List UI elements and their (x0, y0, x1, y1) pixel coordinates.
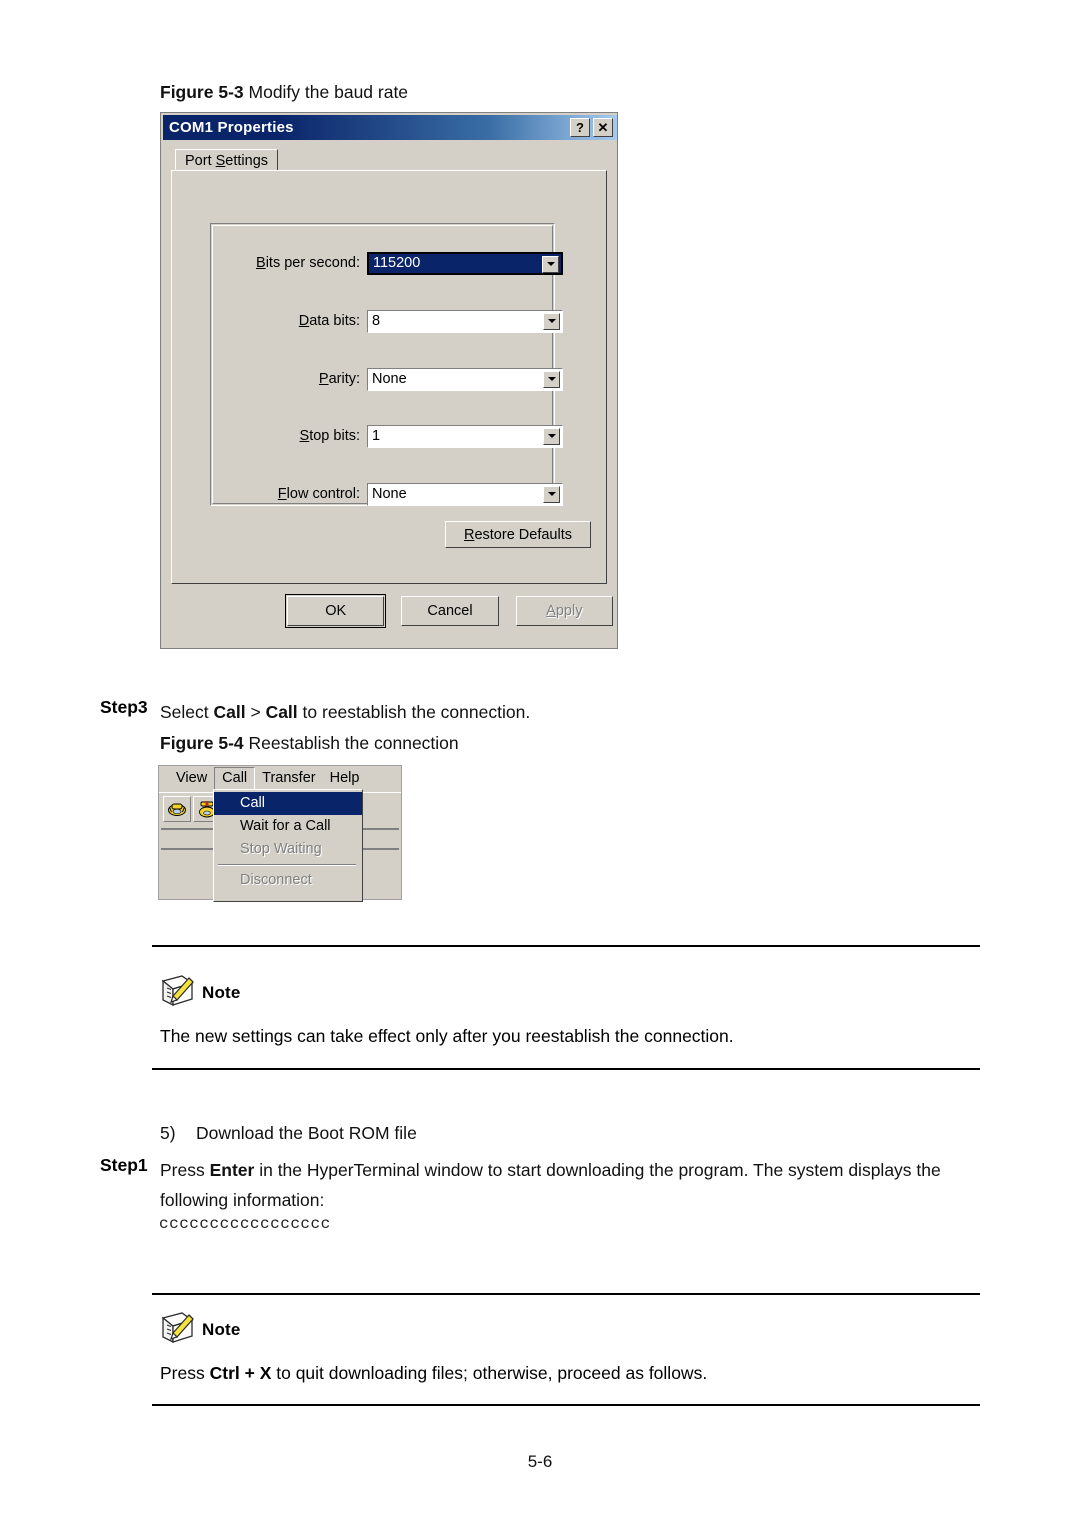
call-icon[interactable] (163, 795, 191, 822)
field-row-bits-per-second: Bits per second: 115200 (220, 251, 563, 275)
tab-label-after: ettings (225, 153, 269, 169)
note-2-header: Note (160, 1305, 980, 1343)
combo-value-stop-bits: 1 (372, 428, 381, 444)
chevron-down-icon[interactable] (543, 370, 560, 388)
note-pencil-icon (160, 1309, 196, 1343)
chevron-down-icon[interactable] (543, 427, 560, 445)
field-row-stop-bits: Stop bits: 1 (220, 424, 563, 448)
menu-separator (218, 864, 356, 866)
apply-button: Apply (515, 596, 613, 626)
label-parity: Parity: (318, 371, 360, 387)
menu-item-view[interactable]: View (169, 768, 214, 789)
dialog-button-row: OK Cancel Apply (284, 594, 613, 628)
menu-option-wait-for-a-call[interactable]: Wait for a Call (214, 815, 362, 838)
figure-5-4-label: Figure 5-4 (160, 733, 244, 753)
call-dropdown-menu: Call Wait for a Call Stop Waiting Discon… (213, 789, 363, 902)
field-row-parity: Parity: None (220, 367, 563, 391)
combo-value-flow-control: None (372, 486, 407, 502)
com1-properties-dialog: COM1 Properties ? ✕ Port Settings Bits p… (160, 112, 618, 649)
hyperterminal-menubar: View Call Transfer Help (159, 766, 401, 790)
combo-value-data-bits: 8 (372, 313, 381, 329)
dialog-title: COM1 Properties (169, 119, 294, 136)
combo-flow-control[interactable]: None (367, 482, 563, 506)
note-2-rule-top (152, 1293, 980, 1295)
combo-stop-bits[interactable]: 1 (367, 424, 563, 448)
step1-label: Step1 (100, 1155, 148, 1175)
ok-button[interactable]: OK (284, 594, 387, 628)
note-1-rule-bottom (152, 1068, 980, 1070)
combo-parity[interactable]: None (367, 367, 563, 391)
page-footer: 5-6 (527, 1452, 553, 1471)
step3-text: Select Call > Call to reestablish the co… (160, 702, 531, 722)
titlebar-buttons: ? ✕ (570, 118, 613, 137)
field-row-data-bits: Data bits: 8 (220, 309, 563, 333)
cancel-button[interactable]: Cancel (401, 596, 499, 626)
combo-value-bits-per-second: 115200 (373, 255, 421, 271)
menu-option-stop-waiting: Stop Waiting (240, 841, 322, 857)
menu-item-call[interactable]: Call (214, 766, 256, 790)
close-icon[interactable]: ✕ (593, 118, 613, 137)
label-stop-bits: Stop bits: (299, 428, 360, 444)
note-2-text: Press Ctrl + X to quit downloading files… (160, 1363, 708, 1383)
chevron-down-icon[interactable] (543, 485, 560, 503)
note-1-rule-top (152, 945, 980, 947)
combo-bits-per-second[interactable]: 115200 (367, 251, 563, 275)
figure-5-3-caption: Figure 5-3 Modify the baud rate (160, 82, 408, 103)
dialog-titlebar: COM1 Properties ? ✕ (163, 115, 617, 140)
menu-item-help[interactable]: Help (323, 768, 367, 789)
tab-page-port-settings: Bits per second: 115200 Data bits: 8 Par… (171, 170, 607, 584)
tab-accesskey: S (215, 153, 226, 169)
chevron-down-icon[interactable] (543, 312, 560, 330)
figure-5-4-caption: Figure 5-4 Reestablish the connection (160, 733, 459, 754)
field-row-flow-control: Flow control: None (220, 482, 563, 506)
label-bits-per-second: Bits per second: (256, 255, 360, 271)
menu-option-call[interactable]: Call (214, 792, 362, 815)
note-pencil-icon (160, 972, 196, 1006)
figure-5-4-text: Reestablish the connection (243, 733, 459, 753)
menu-item-transfer[interactable]: Transfer (255, 768, 322, 789)
document-page: Figure 5-3 Modify the baud rate COM1 Pro… (0, 0, 1080, 1527)
figure-5-3-label: Figure 5-3 (160, 82, 244, 102)
chevron-down-icon[interactable] (542, 255, 559, 273)
note-1-title: Note (202, 983, 241, 1002)
label-flow-control: Flow control: (277, 486, 360, 502)
list-item-5-text: Download the Boot ROM file (196, 1123, 417, 1143)
help-icon[interactable]: ? (570, 118, 590, 137)
combo-data-bits[interactable]: 8 (367, 309, 563, 333)
menu-option-disconnect: Disconnect (240, 872, 312, 888)
restore-defaults-button[interactable]: Restore Defaults (445, 521, 591, 548)
note-1-text: The new settings can take effect only af… (160, 1026, 734, 1046)
note-block-2: Note Press Ctrl + X to quit downloading … (160, 1305, 980, 1386)
label-data-bits: Data bits: (298, 313, 360, 329)
note-2-rule-bottom (152, 1404, 980, 1406)
figure-5-3-text: Modify the baud rate (243, 82, 409, 102)
note-1-header: Note (160, 968, 980, 1006)
note-2-title: Note (202, 1320, 241, 1339)
note-block-1: Note The new settings can take effect on… (160, 968, 980, 1049)
tab-label-before: Port (185, 153, 216, 169)
step1-text: Press Enter in the HyperTerminal window … (160, 1160, 941, 1210)
console-output-line: ccccccccccccccccc (159, 1215, 331, 1233)
list-item-5-marker: 5) (160, 1123, 176, 1143)
combo-value-parity: None (372, 371, 407, 387)
step3-label: Step3 (100, 697, 148, 717)
